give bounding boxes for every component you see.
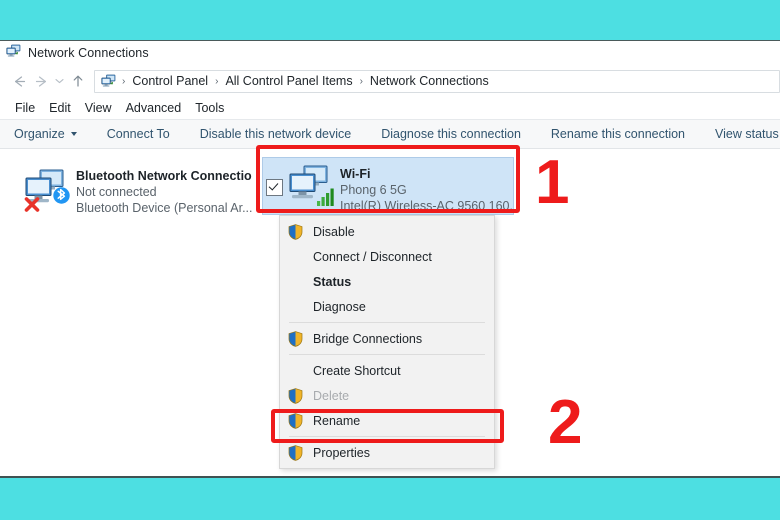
annotation-step-number-1: 1	[535, 148, 570, 217]
toolbar-button-disable-this-network-device[interactable]: Disable this network device	[200, 127, 351, 141]
toolbar-button-organize[interactable]: Organize	[14, 127, 77, 141]
annotation-step-number-2: 2	[548, 388, 583, 457]
context-menu-item-connect-disconnect[interactable]: Connect / Disconnect	[280, 244, 494, 269]
toolbar-button-connect-to[interactable]: Connect To	[107, 127, 170, 141]
breadcrumb-separator: ›	[122, 75, 126, 87]
context-menu-label: Diagnose	[313, 299, 366, 314]
context-menu-item-diagnose[interactable]: Diagnose	[280, 294, 494, 319]
menu-bar: File Edit View Advanced Tools	[0, 97, 780, 119]
connection-device: Intel(R) Wireless-AC 9560 160...	[340, 199, 513, 213]
menubar-item-view[interactable]: View	[78, 101, 119, 115]
context-menu-separator	[289, 322, 485, 323]
context-menu-item-rename[interactable]: Rename	[280, 408, 494, 433]
connection-name: Wi-Fi	[340, 167, 371, 181]
connection-device: Bluetooth Device (Personal Ar...	[76, 201, 252, 215]
wifi-network-adapter-icon	[286, 163, 336, 211]
breadcrumb-item-network-connections[interactable]: Network Connections	[367, 74, 492, 88]
context-menu: Disable Connect / Disconnect Status Diag…	[279, 215, 495, 469]
context-menu-label: Rename	[313, 413, 361, 428]
context-menu-separator	[289, 354, 485, 355]
context-menu-label: Connect / Disconnect	[313, 249, 432, 264]
toolbar-organize-label: Organize	[14, 127, 65, 141]
context-menu-item-disable[interactable]: Disable	[280, 219, 494, 244]
context-menu-separator	[289, 436, 485, 437]
forward-arrow-icon[interactable]	[30, 70, 52, 92]
context-menu-item-delete: Delete	[280, 383, 494, 408]
toolbar-button-rename-this-connection[interactable]: Rename this connection	[551, 127, 685, 141]
title-bar: Network Connections	[0, 41, 780, 65]
connection-status: Not connected	[76, 185, 157, 199]
context-menu-label: Create Shortcut	[313, 363, 401, 378]
shield-icon	[288, 223, 313, 240]
connection-checkbox-wifi[interactable]	[266, 179, 283, 196]
network-connections-icon	[6, 44, 21, 63]
connection-name: Bluetooth Network Connection	[76, 169, 252, 183]
connection-item-bluetooth[interactable]: Bluetooth Network Connection Not connect…	[22, 161, 252, 217]
connection-status: Phong 6 5G	[340, 183, 407, 197]
connection-text-bluetooth: Bluetooth Network Connection Not connect…	[72, 165, 252, 216]
context-menu-item-status[interactable]: Status	[280, 269, 494, 294]
caret-down-icon	[70, 132, 77, 136]
context-menu-label: Disable	[313, 224, 355, 239]
connection-text-wifi: Wi-Fi Phong 6 5G Intel(R) Wireless-AC 95…	[336, 163, 513, 214]
window-title: Network Connections	[28, 46, 149, 60]
breadcrumb[interactable]: › Control Panel › All Control Panel Item…	[94, 69, 780, 93]
toolbar-button-diagnose-this-connection[interactable]: Diagnose this connection	[381, 127, 521, 141]
command-toolbar: Organize Connect To Disable this network…	[0, 119, 780, 149]
breadcrumb-separator: ›	[215, 75, 219, 87]
context-menu-item-create-shortcut[interactable]: Create Shortcut	[280, 358, 494, 383]
breadcrumb-item-all-control-panel-items[interactable]: All Control Panel Items	[222, 74, 355, 88]
shield-icon	[288, 387, 313, 404]
shield-icon	[288, 444, 313, 461]
breadcrumb-separator: ›	[359, 75, 363, 87]
toolbar-button-view-status-of-this[interactable]: View status of this	[715, 127, 780, 141]
chevron-down-icon[interactable]	[52, 70, 67, 92]
breadcrumb-item-control-panel[interactable]: Control Panel	[129, 74, 211, 88]
context-menu-item-properties[interactable]: Properties	[280, 440, 494, 465]
menubar-item-tools[interactable]: Tools	[188, 101, 231, 115]
context-menu-label: Status	[313, 274, 352, 289]
menubar-item-advanced[interactable]: Advanced	[119, 101, 189, 115]
bluetooth-network-adapter-icon	[22, 165, 72, 213]
connections-list-pane: Bluetooth Network Connection Not connect…	[0, 149, 780, 476]
context-menu-item-bridge-connections[interactable]: Bridge Connections	[280, 326, 494, 351]
context-menu-label: Bridge Connections	[313, 331, 423, 346]
back-arrow-icon[interactable]	[8, 70, 30, 92]
shield-icon	[288, 330, 313, 347]
menubar-item-file[interactable]: File	[8, 101, 42, 115]
up-arrow-icon[interactable]	[67, 70, 89, 92]
context-menu-label: Properties	[313, 445, 370, 460]
connection-item-wifi[interactable]: Wi-Fi Phong 6 5G Intel(R) Wireless-AC 95…	[262, 157, 514, 215]
network-connections-window: Network Connections › Control Panel › Al…	[0, 40, 780, 478]
navigation-bar: › Control Panel › All Control Panel Item…	[0, 65, 780, 97]
breadcrumb-network-icon	[99, 74, 118, 88]
context-menu-label: Delete	[313, 388, 350, 403]
shield-icon	[288, 412, 313, 429]
menubar-item-edit[interactable]: Edit	[42, 101, 78, 115]
